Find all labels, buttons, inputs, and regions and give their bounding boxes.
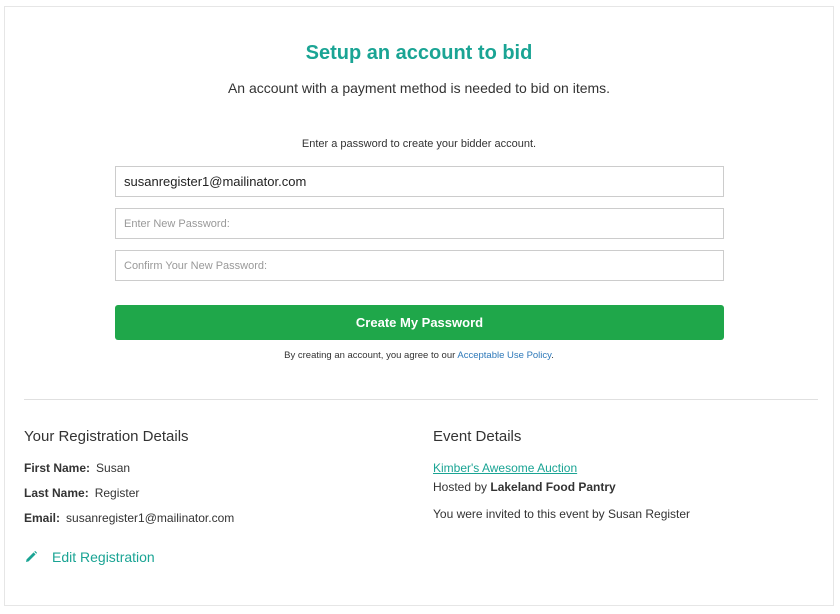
edit-registration-label: Edit Registration <box>52 549 155 565</box>
pencil-icon <box>26 550 38 562</box>
edit-registration-link[interactable]: Edit Registration <box>24 549 155 565</box>
event-details-heading: Event Details <box>433 428 522 445</box>
host-name: Lakeland Food Pantry <box>490 480 616 494</box>
registration-card: Setup an account to bid An account with … <box>4 6 834 606</box>
first-name-row: First Name: Susan <box>24 461 130 475</box>
registration-details-heading: Your Registration Details <box>24 428 189 445</box>
last-name-row: Last Name: Register <box>24 486 139 500</box>
invitation-text: You were invited to this event by Susan … <box>433 507 691 521</box>
agreement-prefix: By creating an account, you agree to our <box>284 350 458 361</box>
password-instruction: Enter a password to create your bidder a… <box>301 138 537 150</box>
event-name-link[interactable]: Kimber's Awesome Auction <box>433 461 577 475</box>
first-name-value: Susan <box>96 461 131 475</box>
new-password-input[interactable] <box>115 208 724 239</box>
email-field[interactable] <box>115 166 724 197</box>
create-password-button[interactable]: Create My Password <box>115 305 724 340</box>
agreement-text: By creating an account, you agree to our… <box>5 350 833 361</box>
hosted-by-text: Hosted by Lakeland Food Pantry <box>433 480 616 494</box>
page-title: Setup an account to bid <box>305 42 533 64</box>
agreement-suffix: . <box>551 350 554 361</box>
first-name-label: First Name: <box>24 461 91 475</box>
last-name-value: Register <box>94 486 140 500</box>
email-row: Email: susanregister1@mailinator.com <box>24 511 234 525</box>
section-divider <box>24 399 818 400</box>
email-label: Email: <box>24 511 61 525</box>
page-subtitle: An account with a payment method is need… <box>227 80 611 96</box>
email-value: susanregister1@mailinator.com <box>66 511 235 525</box>
last-name-label: Last Name: <box>24 486 89 500</box>
hosted-prefix: Hosted by <box>433 480 491 494</box>
confirm-password-input[interactable] <box>115 250 724 281</box>
acceptable-use-policy-link[interactable]: Acceptable Use Policy <box>457 350 551 361</box>
